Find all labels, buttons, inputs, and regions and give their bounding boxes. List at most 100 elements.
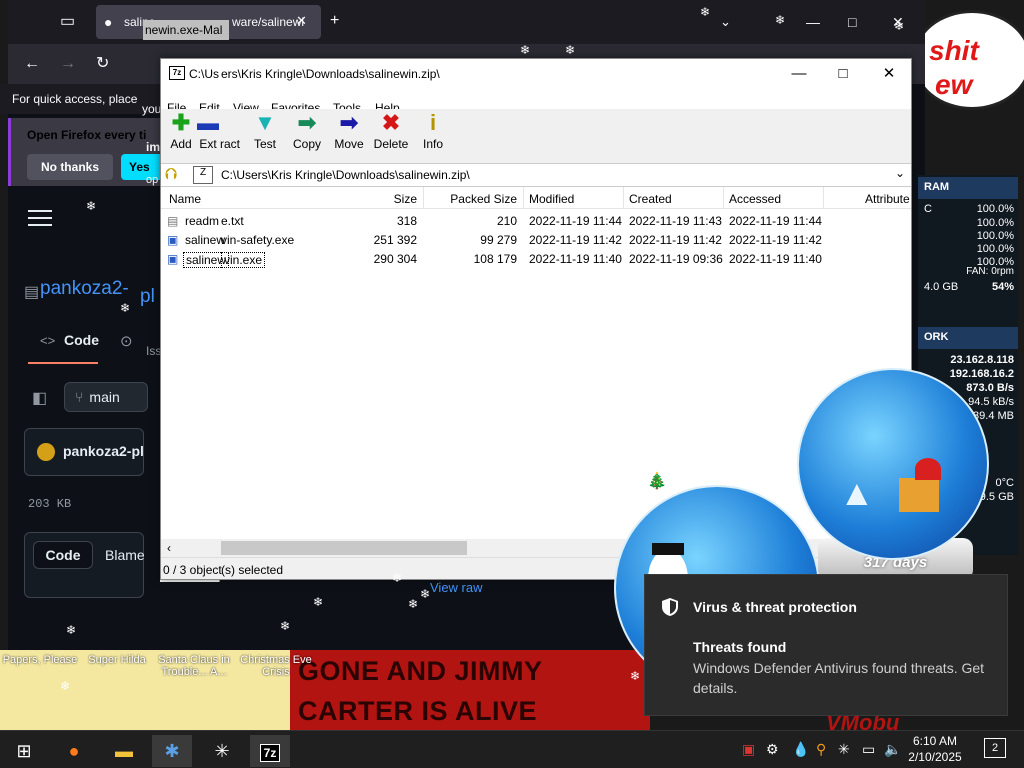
column-created[interactable]: Created: [629, 192, 672, 206]
maximize-icon[interactable]: □: [823, 63, 863, 85]
monitor-disk: 9.5 GB: [979, 491, 1014, 503]
gear-icon[interactable]: ⚙: [766, 740, 779, 758]
tab-code[interactable]: Code: [64, 332, 99, 348]
repo-name-link[interactable]: pankoza2-: [40, 278, 129, 300]
tab-list-chevron-icon[interactable]: ⌄: [720, 14, 731, 30]
file-modified: 2022-11-19 11:44: [529, 214, 622, 228]
commit-author[interactable]: pankoza2-pl: [63, 443, 143, 459]
file-name-left: readm: [185, 214, 220, 228]
search-icon[interactable]: ⚲: [816, 740, 826, 758]
sevenzip-taskbar-button[interactable]: 7z: [250, 735, 290, 767]
firefox-icon[interactable]: ●: [54, 735, 94, 767]
info-button[interactable]: i Info: [409, 109, 457, 161]
bubble-text-2: ew: [935, 69, 973, 100]
window-title: ers\Kris Kringle\Downloads\salinewin.zip…: [221, 67, 440, 81]
volume-icon[interactable]: 🔈: [884, 740, 901, 758]
snowflake-app-icon[interactable]: ✳: [202, 735, 242, 767]
table-row[interactable]: ▤ readm e.txt 318 210 2022-11-19 11:44 2…: [161, 211, 911, 230]
copy-button[interactable]: ➡ Copy: [283, 109, 331, 161]
table-row[interactable]: ▣ salinew vin-safety.exe 251 392 99 279 …: [161, 230, 911, 249]
new-tab-icon[interactable]: +: [330, 13, 339, 29]
maximize-icon[interactable]: □: [848, 14, 856, 30]
minimize-icon[interactable]: —: [779, 63, 819, 85]
snowflake-icon: ❄: [775, 13, 786, 27]
column-attributes[interactable]: Attribute: [865, 192, 910, 206]
file-packed-size: 210: [496, 214, 517, 228]
column-accessed[interactable]: Accessed: [729, 192, 781, 206]
top-hat-icon: [652, 543, 684, 555]
defender-toast[interactable]: Virus & threat protection Threats found …: [644, 574, 1008, 716]
network-icon[interactable]: ▭: [862, 740, 875, 758]
code-view-button[interactable]: Code: [33, 541, 93, 569]
clock[interactable]: 6:10 AM 2/10/2025: [900, 733, 970, 765]
path-input[interactable]: C:\Users\Kris Kringle\Downloads\salinewi…: [219, 166, 909, 184]
droplet-icon[interactable]: 💧: [792, 740, 809, 758]
monitor-fan: FAN: 0rpm: [966, 266, 1014, 277]
move-label: Move: [334, 137, 364, 151]
snowflake-icon: ❄: [66, 623, 77, 637]
snowflake-icon: ❄: [565, 43, 576, 57]
monitor-net-header: ORK: [918, 327, 1018, 349]
snowflake-tray-icon[interactable]: ✳: [838, 740, 850, 758]
path-dropdown-icon[interactable]: ⌄: [895, 166, 905, 180]
repo-name-tail[interactable]: pl: [140, 286, 155, 308]
file-name: vin-safety.exe: [221, 233, 295, 247]
toast-body: Windows Defender Antivirus found threats…: [693, 660, 985, 696]
desktop-icon-christmas-eve-crisis[interactable]: Christmas Eve Crisis: [236, 654, 316, 678]
tab-tooltip-overlay: newin.exe-Mal: [143, 20, 229, 40]
hamburger-menu-icon[interactable]: [28, 210, 52, 228]
file-accessed: 2022-11-19 11:44: [729, 214, 822, 228]
tab-overview-icon[interactable]: ▭: [60, 14, 75, 30]
code-view-toolbar: Code Blame: [24, 532, 145, 598]
santa-hat-icon: [915, 458, 941, 480]
folder-up-icon[interactable]: ⮉: [165, 166, 187, 186]
close-icon[interactable]: ✕: [869, 63, 909, 85]
file-explorer-icon[interactable]: ▬: [104, 735, 144, 767]
no-thanks-button[interactable]: No thanks: [27, 154, 113, 180]
sevenzip-titlebar: 7z C:\Us ers\Kris Kringle\Downloads\sali…: [161, 59, 911, 89]
monitor-value: 100.0%: [976, 203, 1014, 215]
column-name[interactable]: Name: [169, 192, 201, 206]
exe-icon: ▣: [167, 233, 179, 247]
avatar[interactable]: [37, 443, 55, 462]
sevenzip-app-icon: 7z: [169, 66, 185, 80]
notification-center-icon[interactable]: 2: [984, 738, 1006, 758]
sidebar-toggle-icon[interactable]: ◧: [32, 388, 47, 408]
file-created: 2022-11-19 11:43: [629, 214, 722, 228]
forward-icon[interactable]: →: [60, 56, 76, 72]
start-windows-icon[interactable]: ⊞: [4, 735, 44, 767]
table-row[interactable]: ▣ salinew vin.exe 290 304 108 179 2022-1…: [161, 249, 911, 268]
blame-view-button[interactable]: Blame: [105, 547, 145, 563]
tab-close-icon[interactable]: ✕: [296, 13, 307, 29]
notification-count: 2: [991, 742, 999, 754]
clock-date: 2/10/2025: [908, 750, 962, 764]
app-icon[interactable]: ✱: [152, 735, 192, 767]
view-raw-link[interactable]: View raw: [430, 580, 483, 595]
monitor-rate-2: 94.5 kB/s: [968, 396, 1014, 408]
desktop-icon-papers-please[interactable]: Papers, Please: [0, 654, 80, 666]
file-name: vin.exe: [221, 252, 266, 268]
column-size[interactable]: Size: [361, 192, 417, 206]
firefox-tabstrip: ▭ ● saline ware/salinewi ✕ newin.exe-Mal…: [8, 0, 925, 44]
file-accessed: 2022-11-19 11:42: [729, 233, 822, 247]
column-packed-size[interactable]: Packed Size: [425, 192, 517, 206]
sevenzip-taskbar-label: 7z: [259, 744, 281, 762]
snowflake-icon: ❄: [313, 595, 324, 609]
defender-warning-icon[interactable]: ▣: [742, 740, 755, 758]
reload-icon[interactable]: ↻: [96, 56, 109, 72]
file-accessed: 2022-11-19 11:40: [729, 252, 822, 266]
copy-label: Copy: [292, 137, 321, 151]
back-icon[interactable]: ←: [24, 56, 40, 72]
branch-select[interactable]: ⑂ main: [64, 382, 148, 412]
bookmarks-hint-text: For quick access, place: [12, 92, 138, 106]
scroll-left-icon[interactable]: ‹: [167, 541, 171, 555]
scrollbar-thumb[interactable]: [221, 541, 467, 555]
move-button[interactable]: ➡ Move: [325, 109, 373, 161]
file-created: 2022-11-19 09:36: [629, 252, 723, 266]
desktop-icon-super-hilda[interactable]: Super Hilda: [82, 654, 152, 666]
desktop-icon-santa-claus[interactable]: Santa Claus in Trouble... A...: [154, 654, 234, 678]
delete-button[interactable]: ✖ Delete: [367, 109, 415, 161]
column-modified[interactable]: Modified: [529, 192, 574, 206]
minimize-icon[interactable]: —: [806, 14, 820, 30]
test-button[interactable]: ▼ Test: [241, 109, 289, 161]
